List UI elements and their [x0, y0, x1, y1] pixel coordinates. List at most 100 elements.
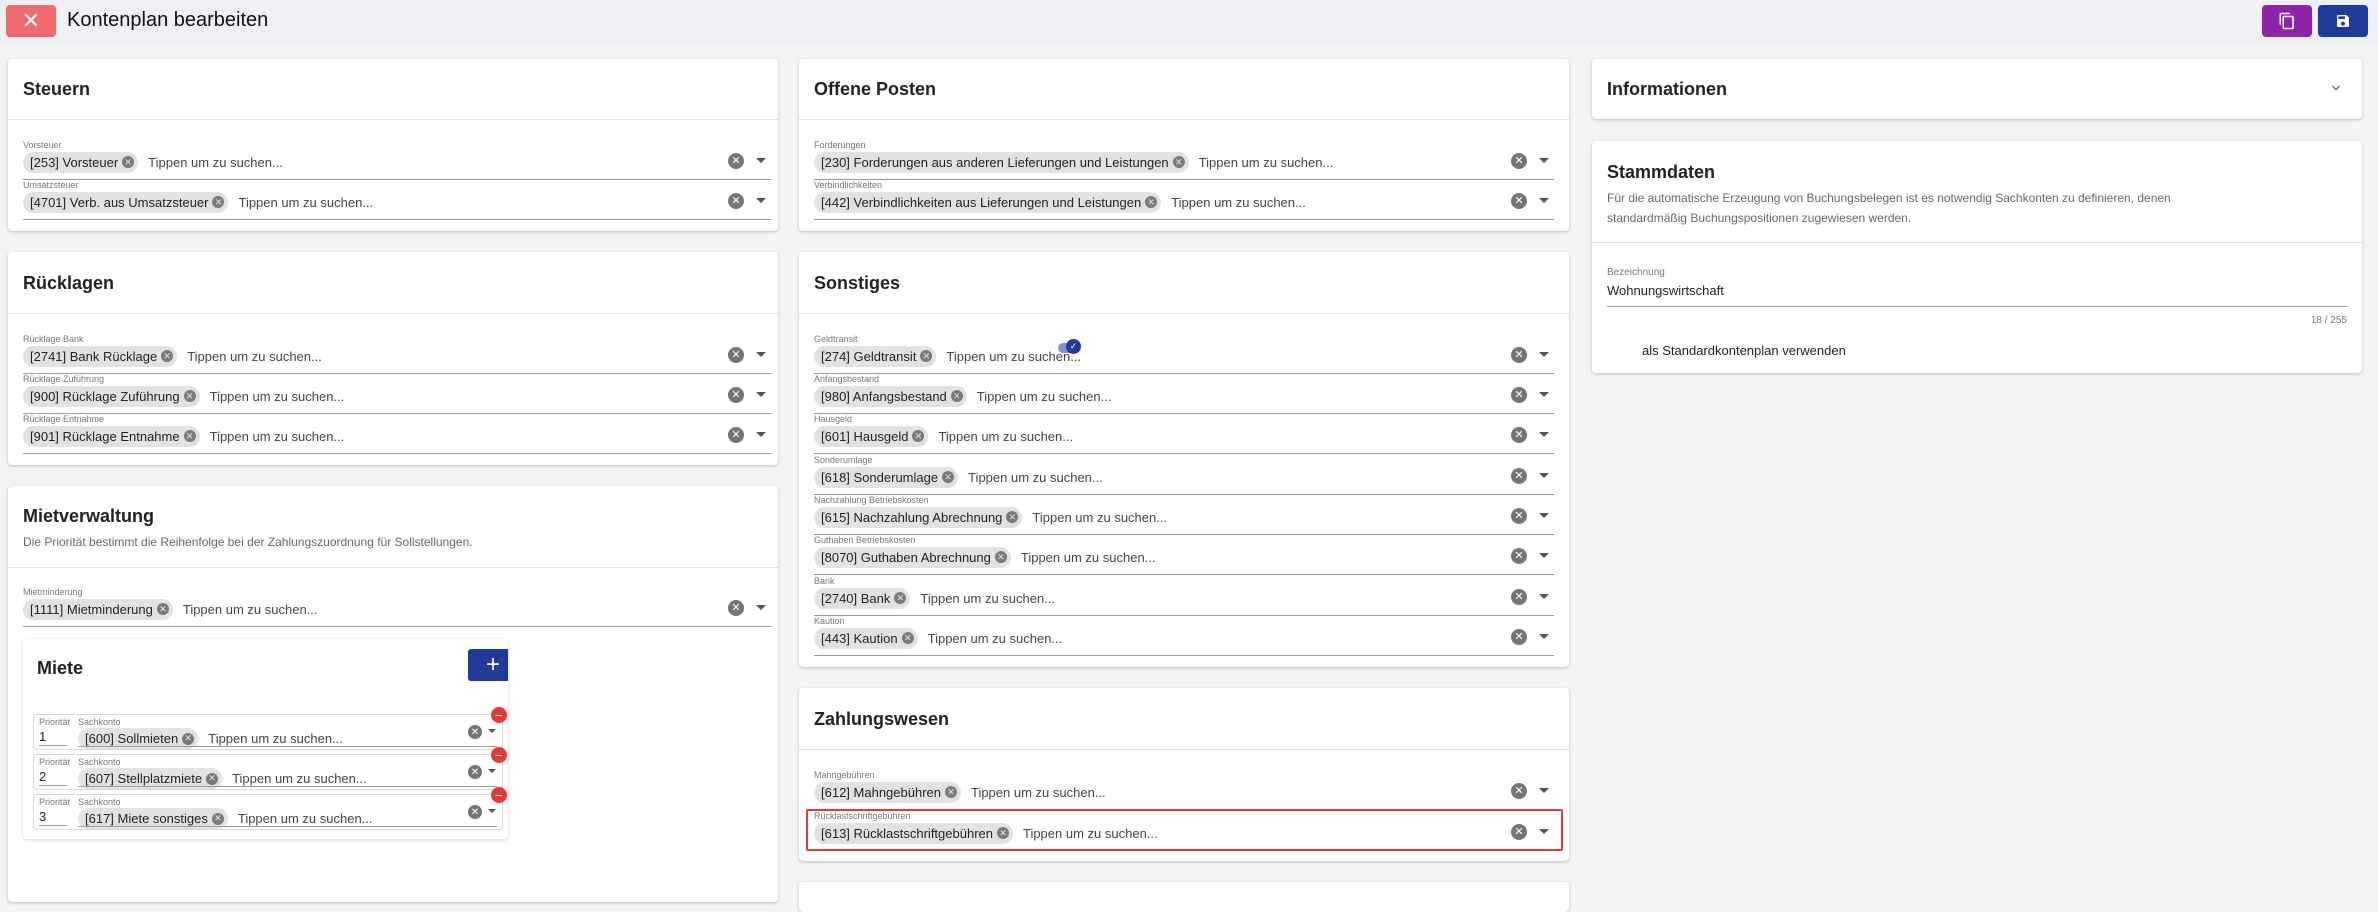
dropdown-arrow-icon[interactable] [488, 729, 496, 733]
chip-remove-icon[interactable]: ✕ [944, 786, 957, 798]
dropdown-arrow-icon[interactable] [1539, 352, 1549, 357]
chip-remove-icon[interactable]: ✕ [182, 732, 195, 745]
mietminderung-field[interactable]: Mietminderung [1111] Mietminderung ✕ Tipp… [23, 586, 771, 627]
search-input[interactable]: Tippen um zu suchen... [187, 349, 322, 364]
prio-input[interactable]: 2 [39, 769, 46, 784]
chip-remove-icon[interactable]: ✕ [211, 812, 224, 825]
clear-icon[interactable]: ✕ [1511, 193, 1527, 209]
prio-input[interactable]: 1 [39, 729, 46, 744]
hausgeld-field[interactable]: Hausgeld [601] Hausgeld ✕ Tippen um zu suc… [814, 413, 1554, 454]
search-input[interactable]: Tippen um zu suchen... [1021, 550, 1156, 565]
remove-row-button[interactable]: − [491, 707, 507, 723]
chip-remove-icon[interactable]: ✕ [950, 390, 963, 402]
search-input[interactable]: Tippen um zu suchen... [210, 429, 345, 444]
clear-icon[interactable]: ✕ [1511, 468, 1527, 484]
search-input[interactable]: Tippen um zu suchen... [208, 731, 343, 746]
dropdown-arrow-icon[interactable] [756, 432, 766, 437]
chip-remove-icon[interactable]: ✕ [122, 156, 135, 168]
search-input[interactable]: Tippen um zu suchen... [928, 631, 1063, 646]
chip-remove-icon[interactable]: ✕ [912, 430, 925, 442]
dropdown-arrow-icon[interactable] [756, 198, 766, 203]
bezeichnung-input[interactable]: Wohnungswirtschaft [1607, 283, 1724, 298]
dropdown-arrow-icon[interactable] [1539, 158, 1549, 163]
dropdown-arrow-icon[interactable] [1539, 392, 1549, 397]
clear-icon[interactable]: ✕ [468, 765, 482, 779]
dropdown-arrow-icon[interactable] [756, 352, 766, 357]
anfangsbestand-field[interactable]: Anfangsbestand [980] Anfangsbestand ✕ Tipp… [814, 373, 1554, 414]
check-icon[interactable]: ✓ [1066, 339, 1081, 354]
clear-icon[interactable]: ✕ [1511, 508, 1527, 524]
chip-remove-icon[interactable]: ✕ [183, 390, 196, 402]
dropdown-arrow-icon[interactable] [1539, 788, 1549, 793]
clear-icon[interactable]: ✕ [728, 600, 744, 616]
dropdown-arrow-icon[interactable] [1539, 553, 1549, 558]
dropdown-arrow-icon[interactable] [488, 769, 496, 773]
ruecklage-zufuehrung-field[interactable]: Rücklage Zuführung [900] Rücklage Zuführ… [23, 373, 771, 414]
search-input[interactable]: Tippen um zu suchen... [232, 771, 367, 786]
clear-icon[interactable]: ✕ [728, 387, 744, 403]
dropdown-arrow-icon[interactable] [756, 392, 766, 397]
chip-remove-icon[interactable]: ✕ [183, 430, 196, 442]
dropdown-arrow-icon[interactable] [488, 809, 496, 813]
search-input[interactable]: Tippen um zu suchen... [210, 389, 345, 404]
umsatzsteuer-field[interactable]: Umsatzsteuer [4701] Verb. aus Umsatzsteu… [23, 179, 771, 220]
ruecklage-bank-field[interactable]: Rücklage Bank [2741] Bank Rücklage ✕ Tipp… [23, 333, 771, 374]
verbindlichkeiten-field[interactable]: Verbindlichkeiten [442] Verbindlichkeite… [814, 179, 1554, 220]
clear-icon[interactable]: ✕ [1511, 427, 1527, 443]
search-input[interactable]: Tippen um zu suchen... [238, 195, 373, 210]
geldtransit-field[interactable]: Geldtransit [274] Geldtransit ✕ Tippen um … [814, 333, 1554, 374]
search-input[interactable]: Tippen um zu suchen... [920, 591, 1055, 606]
search-input[interactable]: Tippen um zu suchen... [977, 389, 1112, 404]
dropdown-arrow-icon[interactable] [1539, 473, 1549, 478]
sonderumlage-field[interactable]: Sonderumlage [618] Sonderumlage ✕ Tippen u… [814, 454, 1554, 495]
chevron-down-icon[interactable] [2330, 82, 2342, 94]
clear-icon[interactable]: ✕ [1511, 629, 1527, 645]
clear-icon[interactable]: ✕ [1511, 589, 1527, 605]
chip-remove-icon[interactable]: ✕ [212, 196, 225, 208]
forderungen-field[interactable]: Forderungen [230] Forderungen aus andere… [814, 139, 1554, 180]
chip-remove-icon[interactable]: ✕ [156, 603, 169, 615]
prio-input[interactable]: 3 [39, 809, 46, 824]
nachzahlung-betriebskosten-field[interactable]: Nachzahlung Betriebskosten [615] Nachzah… [814, 494, 1554, 535]
guthaben-betriebskosten-field[interactable]: Guthaben Betriebskosten [8070] Guthaben … [814, 534, 1554, 575]
search-input[interactable]: Tippen um zu suchen... [971, 785, 1106, 800]
remove-row-button[interactable]: − [491, 787, 507, 803]
copy-button[interactable] [2262, 5, 2312, 37]
vorsteuer-field[interactable]: Vorsteuer [253] Vorsteuer ✕ Tippen um zu … [23, 139, 771, 180]
kaution-field[interactable]: Kaution [443] Kaution ✕ Tippen um zu suche… [814, 615, 1554, 656]
search-input[interactable]: Tippen um zu suchen... [148, 155, 283, 170]
clear-icon[interactable]: ✕ [728, 193, 744, 209]
clear-icon[interactable]: ✕ [728, 153, 744, 169]
dropdown-arrow-icon[interactable] [1539, 198, 1549, 203]
clear-icon[interactable]: ✕ [468, 805, 482, 819]
ruecklage-entnahme-field[interactable]: Rücklage Entnahme [901] Rücklage Entnahm… [23, 413, 771, 454]
bank-field[interactable]: Bank [2740] Bank ✕ Tippen um zu suchen... … [814, 575, 1554, 616]
save-button[interactable] [2318, 5, 2368, 37]
chip-remove-icon[interactable]: ✕ [206, 772, 219, 785]
search-input[interactable]: Tippen um zu suchen... [968, 470, 1103, 485]
search-input[interactable]: Tippen um zu suchen... [1199, 155, 1334, 170]
dropdown-arrow-icon[interactable] [756, 158, 766, 163]
clear-icon[interactable]: ✕ [728, 427, 744, 443]
add-miete-button[interactable]: + [468, 649, 508, 681]
search-input[interactable]: Tippen um zu suchen... [183, 602, 318, 617]
dropdown-arrow-icon[interactable] [1539, 432, 1549, 437]
remove-row-button[interactable]: − [491, 747, 507, 763]
clear-icon[interactable]: ✕ [1511, 783, 1527, 799]
chip-remove-icon[interactable]: ✕ [894, 592, 907, 604]
dropdown-arrow-icon[interactable] [1539, 594, 1549, 599]
chip-remove-icon[interactable]: ✕ [1145, 196, 1158, 208]
clear-icon[interactable]: ✕ [468, 725, 482, 739]
search-input[interactable]: Tippen um zu suchen... [1171, 195, 1306, 210]
clear-icon[interactable]: ✕ [1511, 347, 1527, 363]
clear-icon[interactable]: ✕ [728, 347, 744, 363]
search-input[interactable]: Tippen um zu suchen... [1032, 510, 1167, 525]
chip-remove-icon[interactable]: ✕ [1006, 511, 1019, 523]
clear-icon[interactable]: ✕ [1511, 153, 1527, 169]
chip-remove-icon[interactable]: ✕ [901, 632, 914, 644]
chip-remove-icon[interactable]: ✕ [1172, 156, 1185, 168]
search-input[interactable]: Tippen um zu suchen... [938, 429, 1073, 444]
chip-remove-icon[interactable]: ✕ [994, 551, 1007, 563]
chip-remove-icon[interactable]: ✕ [920, 350, 933, 362]
clear-icon[interactable]: ✕ [1511, 387, 1527, 403]
